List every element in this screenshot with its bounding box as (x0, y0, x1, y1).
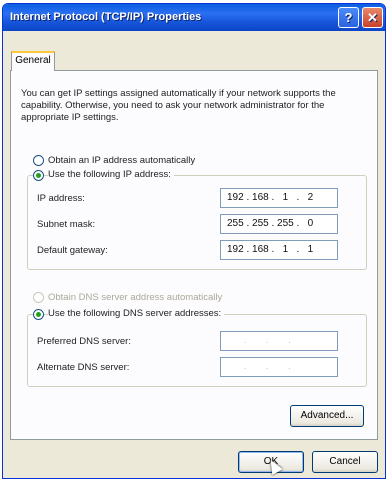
ip-address-label: IP address: (37, 193, 85, 204)
use-following-ip-label[interactable]: Use the following IP address: (48, 169, 174, 180)
intro-text: You can get IP settings assigned automat… (21, 88, 336, 123)
window-title: Internet Protocol (TCP/IP) Properties (10, 11, 202, 23)
obtain-ip-auto-label[interactable]: Obtain an IP address automatically (48, 155, 195, 166)
preferred-dns-label: Preferred DNS server: (37, 336, 131, 347)
subnet-mask-field[interactable]: 255 . 255 . 255 . 0 (220, 214, 338, 234)
general-tab-panel: You can get IP settings assigned automat… (10, 70, 378, 440)
ip-address-field[interactable]: 192 . 168 . 1 . 2 (220, 188, 338, 208)
alternate-dns-field[interactable]: . . . (220, 357, 338, 377)
use-following-ip-radio[interactable] (33, 170, 44, 181)
default-gateway-field[interactable]: 192 . 168 . 1 . 1 (220, 240, 338, 260)
use-following-dns-label[interactable]: Use the following DNS server addresses: (48, 308, 225, 319)
tcpip-properties-dialog: Internet Protocol (TCP/IP) Properties ? … (2, 3, 386, 479)
help-button[interactable]: ? (338, 7, 359, 28)
cancel-button[interactable]: Cancel (312, 451, 378, 473)
advanced-button[interactable]: Advanced... (290, 405, 364, 427)
close-icon: ✕ (367, 10, 378, 25)
tab-general-label: General (15, 55, 51, 66)
title-bar[interactable]: Internet Protocol (TCP/IP) Properties ? … (3, 4, 385, 31)
help-icon: ? (344, 10, 353, 25)
subnet-mask-label: Subnet mask: (37, 219, 96, 230)
tab-general[interactable]: General (11, 51, 55, 71)
use-following-dns-radio[interactable] (33, 309, 44, 320)
close-button[interactable]: ✕ (362, 7, 383, 28)
obtain-ip-auto-radio[interactable] (33, 155, 44, 166)
obtain-dns-auto-label: Obtain DNS server address automatically (48, 292, 223, 303)
alternate-dns-label: Alternate DNS server: (37, 362, 130, 373)
obtain-dns-auto-radio[interactable] (33, 292, 44, 303)
default-gateway-label: Default gateway: (37, 245, 108, 256)
preferred-dns-field[interactable]: . . . (220, 331, 338, 351)
